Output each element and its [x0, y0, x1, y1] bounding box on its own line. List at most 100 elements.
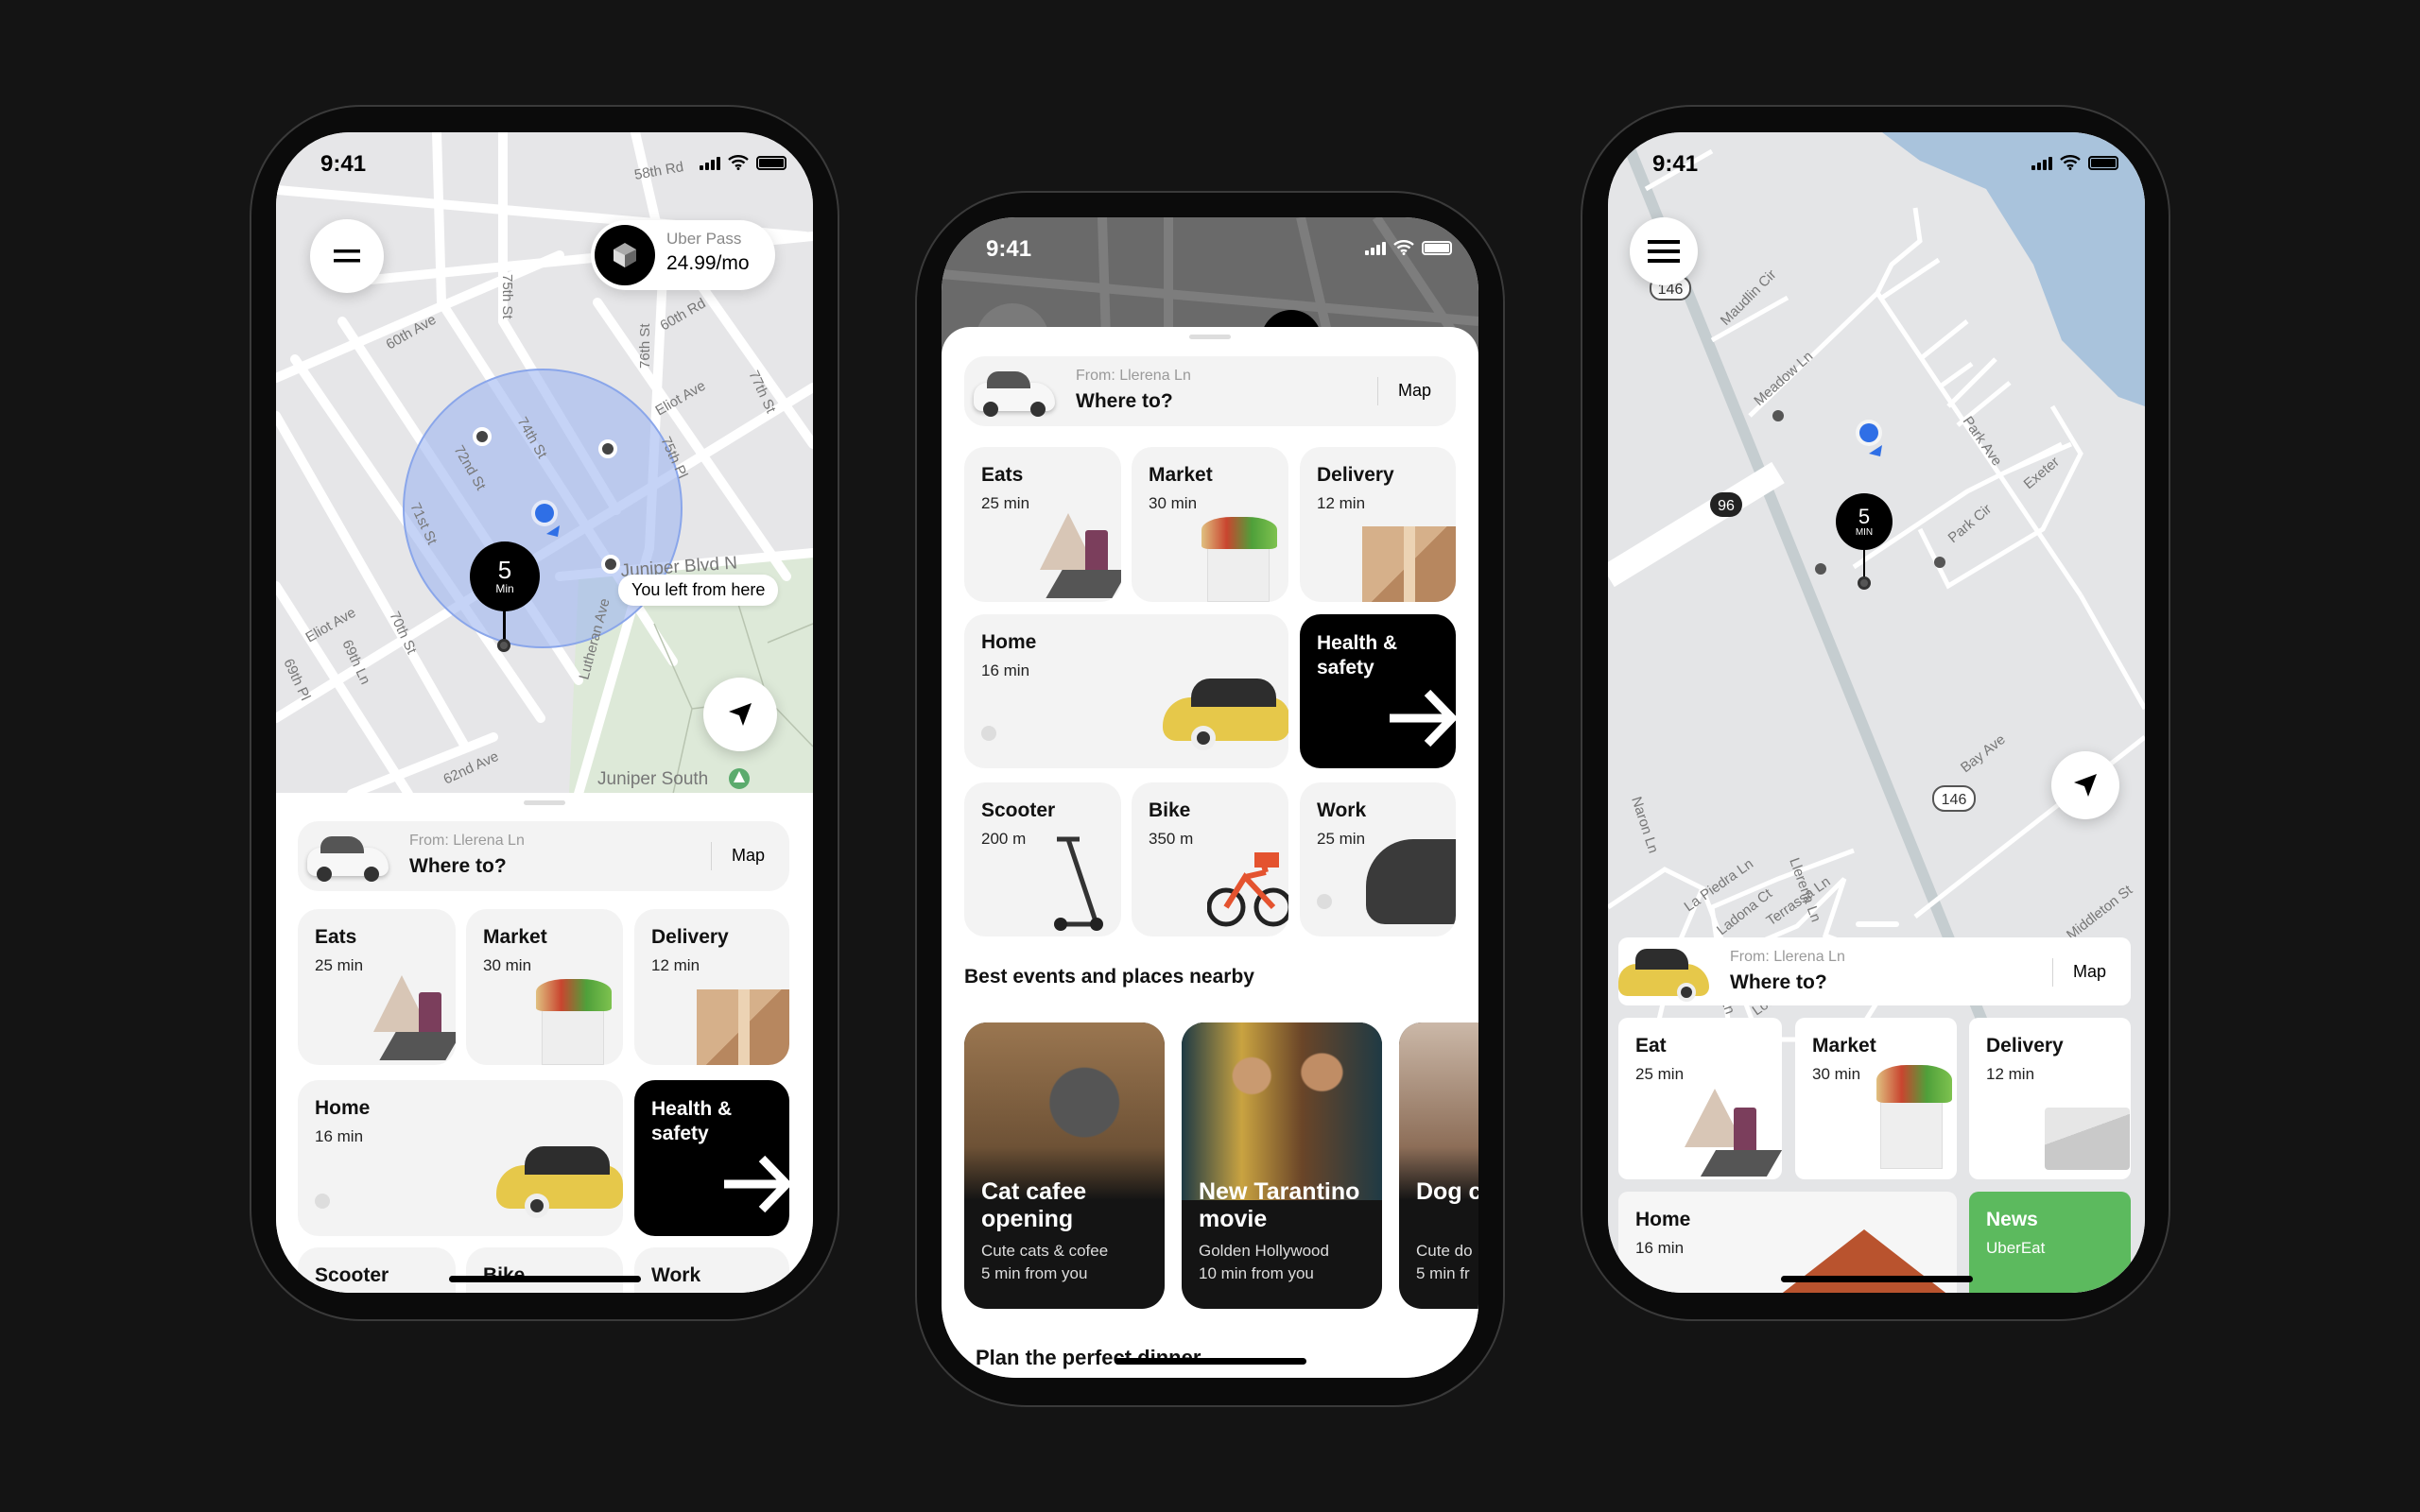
destination-input[interactable]: Where to?: [409, 855, 507, 878]
grocery-bag-illustration: [542, 1004, 604, 1065]
tile-market[interactable]: Market 30 min: [1132, 447, 1288, 602]
tooltip-previous-location: You left from here: [618, 575, 779, 606]
event-card-movie[interactable]: New Tarantino movie Golden Hollywood 10 m…: [1182, 1022, 1382, 1309]
home-indicator[interactable]: [1115, 1358, 1306, 1365]
pickup-point: [601, 555, 620, 574]
yellow-car-illustration: [1163, 669, 1288, 750]
svg-text:Juniper South: Juniper South: [597, 769, 708, 789]
road-shield: 146: [1932, 785, 1976, 812]
pickup-location: From: Llerena Ln: [1730, 949, 1845, 965]
locate-me-button[interactable]: [703, 678, 777, 751]
sheet-handle[interactable]: [1189, 335, 1231, 339]
event-image: [964, 1022, 1165, 1200]
sheet-handle[interactable]: [524, 800, 565, 805]
status-time: 9:41: [320, 151, 367, 177]
event-image: [1399, 1022, 1478, 1200]
tile-market[interactable]: Market 30 min: [1795, 1018, 1957, 1179]
uber-pass-button[interactable]: Uber Pass 24.99/mo: [591, 220, 775, 290]
location-pin-icon: [1317, 894, 1332, 909]
where-to-search[interactable]: From: Llerena Ln Where to? Map: [964, 356, 1456, 426]
battery-icon: [1422, 240, 1452, 255]
menu-button[interactable]: [310, 219, 384, 293]
tile-work[interactable]: Work: [634, 1247, 789, 1293]
tile-delivery[interactable]: Delivery 12 min: [1969, 1018, 2131, 1179]
tile-health-safety[interactable]: Health & safety: [1300, 614, 1456, 768]
event-image: [1182, 1022, 1382, 1200]
tile-bike[interactable]: Bike 350 m: [1132, 782, 1288, 936]
menu-button[interactable]: [1630, 217, 1698, 285]
grocery-bag-illustration: [1880, 1093, 1943, 1169]
pickup-pin-dot: [497, 639, 510, 652]
svg-text:76th St: 76th St: [637, 323, 653, 369]
cube-icon: [614, 243, 636, 267]
battery-icon: [2088, 155, 2118, 170]
tile-delivery[interactable]: Delivery 12 min: [1300, 447, 1456, 602]
event-card-dog-cafe[interactable]: Dog c openi Cute do5 min fr: [1399, 1022, 1478, 1309]
tile-eats[interactable]: Eats 25 min: [298, 909, 456, 1065]
destination-input[interactable]: Where to?: [1730, 971, 1827, 994]
yellow-car-illustration: [496, 1137, 623, 1218]
bottom-sheet: From: Llerena Ln Where to? Map Eats 25 mi…: [942, 327, 1478, 1378]
uber-pass-logo: [595, 225, 655, 285]
svg-text:146: 146: [1942, 792, 1967, 808]
signal-icon: [700, 155, 720, 170]
eta-unit: Min: [495, 582, 514, 595]
svg-text:96: 96: [1718, 498, 1735, 514]
tile-scooter[interactable]: Scooter 200 m: [964, 782, 1121, 936]
event-card-cat-cafe[interactable]: Cat cafee opening Cute cats & cofee 5 min…: [964, 1022, 1165, 1309]
phone-screen-map-home: 58th Rd 60th Ave 75th St 60th Rd 76th St…: [276, 132, 813, 1293]
map-button[interactable]: Map: [2073, 962, 2106, 982]
dark-car-illustration: [1366, 839, 1456, 924]
pickup-location: From: Llerena Ln: [409, 833, 525, 849]
tile-health-safety[interactable]: Health & safety: [634, 1080, 789, 1236]
tile-home[interactable]: Home 16 min: [964, 614, 1288, 768]
menu-icon: [334, 249, 360, 263]
status-time: 9:41: [986, 236, 1032, 262]
home-indicator[interactable]: [449, 1276, 641, 1282]
tile-bike[interactable]: Bike: [466, 1247, 623, 1293]
tile-eat[interactable]: Eat 25 min: [1618, 1018, 1782, 1179]
location-pin-icon: [315, 1194, 330, 1209]
battery-icon: [756, 155, 786, 170]
signal-icon: [1365, 240, 1386, 255]
map-button[interactable]: Map: [1398, 381, 1431, 401]
eta-unit: MIN: [1855, 526, 1874, 538]
events-section-title: Best events and places nearby: [964, 966, 1254, 988]
home-indicator[interactable]: [1781, 1276, 1973, 1282]
destination-input[interactable]: Where to?: [1076, 390, 1173, 413]
signal-icon: [2031, 155, 2052, 170]
pickup-point: [473, 427, 492, 446]
tile-scooter[interactable]: Scooter: [298, 1247, 456, 1293]
eta-pin[interactable]: 5 Min: [470, 541, 540, 611]
phone-screen-map-overlay: 146 96 146 Maudlin Cir Meadow Ln Park Av…: [1608, 132, 2145, 1293]
where-to-search[interactable]: From: Llerena Ln Where to? Map: [298, 821, 789, 891]
scooter-illustration: [1054, 836, 1103, 931]
tile-news[interactable]: News UberEat: [1969, 1192, 2131, 1293]
status-bar: 9:41: [1608, 132, 2145, 198]
arrow-right-icon: [1390, 689, 1456, 747]
tile-work[interactable]: Work 25 min: [1300, 782, 1456, 936]
locate-me-button[interactable]: [2051, 751, 2119, 819]
eta-pin[interactable]: 5 MIN: [1836, 493, 1893, 550]
eta-value: 5: [497, 556, 512, 584]
package-box-illustration: [2045, 1108, 2130, 1170]
wifi-icon: [1393, 240, 1414, 255]
navigation-arrow-icon: [729, 703, 752, 726]
uber-pass-price: 24.99/mo: [666, 252, 750, 274]
road-shield: 96: [1710, 492, 1742, 517]
arrow-right-icon: [724, 1155, 789, 1213]
tile-market[interactable]: Market 30 min: [466, 909, 623, 1065]
where-to-search[interactable]: From: Llerena Ln Where to? Map: [1618, 937, 2131, 1005]
uber-pass-label: Uber Pass: [666, 230, 742, 248]
status-bar: 9:41: [276, 132, 813, 198]
map-button[interactable]: Map: [732, 846, 765, 866]
tile-eats[interactable]: Eats 25 min: [964, 447, 1121, 602]
pickup-location: From: Llerena Ln: [1076, 368, 1191, 384]
tile-home[interactable]: Home 16 min: [298, 1080, 623, 1236]
tile-delivery[interactable]: Delivery 12 min: [634, 909, 789, 1065]
house-illustration: [1779, 1229, 1949, 1293]
navigation-arrow-icon: [2074, 774, 2097, 797]
pickup-point: [1934, 557, 1945, 568]
pickup-point: [598, 439, 617, 458]
phone-screen-sheet-expanded: 9:41 From: Llerena Ln Where to? Map Eats…: [942, 217, 1478, 1378]
